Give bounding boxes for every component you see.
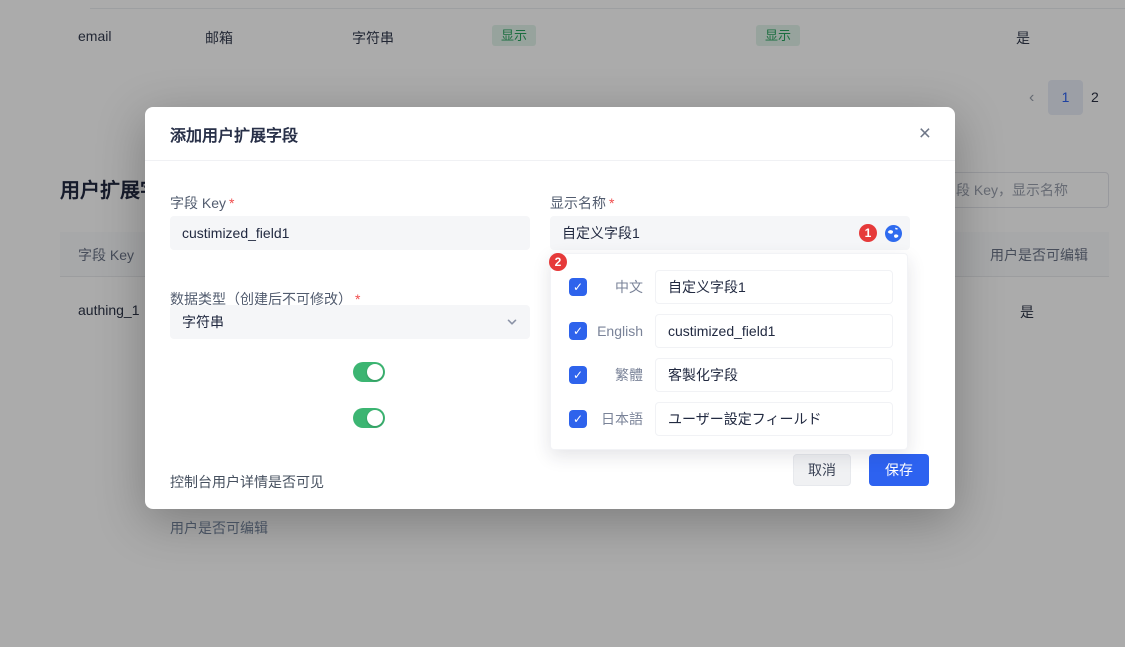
checkbox-checked-icon[interactable]: ✓ (569, 278, 587, 296)
step-badge-1: 1 (859, 224, 877, 242)
field-key-label: 字段 Key* (170, 193, 234, 213)
dialog-footer: 取消 保存 (793, 454, 929, 486)
i18n-lang-label: 繁體 (587, 365, 643, 385)
checkbox-checked-icon[interactable]: ✓ (569, 366, 587, 384)
dialog-title: 添加用户扩展字段 (170, 122, 298, 146)
step-badge-2: 2 (549, 253, 567, 271)
user-editable-label: 用户是否可编辑 (170, 518, 268, 538)
user-editable-toggle[interactable] (353, 408, 385, 428)
i18n-lang-label: 日本語 (587, 409, 643, 429)
i18n-value-input-zh-tw[interactable] (655, 358, 893, 392)
data-type-value: 字符串 (182, 312, 224, 332)
chevron-down-icon (506, 316, 518, 328)
console-visible-toggle[interactable] (353, 362, 385, 382)
i18n-row-en: ✓ English (569, 309, 893, 353)
globe-icon[interactable] (885, 225, 902, 242)
i18n-lang-label: 中文 (587, 277, 643, 297)
app-window: email 邮箱 字符串 显示 显示 是 ‹ 1 2 用户扩展字段 字段 Key… (0, 0, 1125, 647)
required-asterisk: * (229, 195, 234, 211)
display-name-value[interactable]: 自定义字段1 (562, 223, 859, 243)
add-field-dialog: 添加用户扩展字段 × 字段 Key* 显示名称* 自定义字段1 1 2 (145, 107, 955, 509)
checkbox-checked-icon[interactable]: ✓ (569, 322, 587, 340)
display-name-input[interactable]: 自定义字段1 1 (550, 216, 910, 250)
i18n-value-input-zh[interactable] (655, 270, 893, 304)
save-button[interactable]: 保存 (869, 454, 929, 486)
close-icon[interactable]: × (919, 123, 931, 144)
i18n-row-ja: ✓ 日本語 (569, 397, 893, 441)
checkbox-checked-icon[interactable]: ✓ (569, 410, 587, 428)
field-key-input[interactable] (170, 216, 530, 250)
i18n-row-zh: ✓ 中文 (569, 265, 893, 309)
i18n-value-input-en[interactable] (655, 314, 893, 348)
i18n-row-zh-tw: ✓ 繁體 (569, 353, 893, 397)
cancel-button[interactable]: 取消 (793, 454, 851, 486)
i18n-value-input-ja[interactable] (655, 402, 893, 436)
console-visible-label: 控制台用户详情是否可见 (170, 472, 324, 492)
dialog-header: 添加用户扩展字段 × (145, 107, 955, 161)
data-type-select[interactable]: 字符串 (170, 305, 530, 339)
display-name-label: 显示名称* (550, 193, 614, 213)
required-asterisk: * (609, 195, 614, 211)
i18n-lang-label: English (587, 323, 643, 339)
i18n-name-panel: 2 ✓ 中文 ✓ English ✓ 繁體 ✓ 日本語 (550, 253, 908, 450)
